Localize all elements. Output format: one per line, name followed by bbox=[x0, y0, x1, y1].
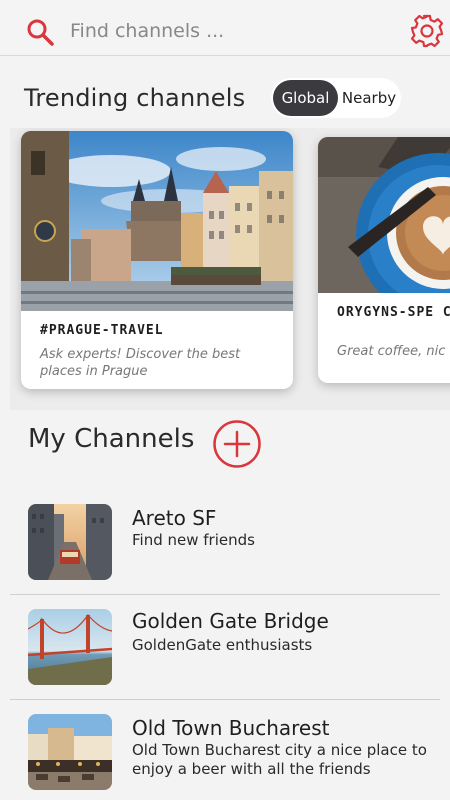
scope-toggle: Global Nearby bbox=[271, 78, 401, 118]
gear-icon[interactable] bbox=[408, 12, 446, 50]
card-image-coffee bbox=[318, 137, 450, 293]
channel-avatar bbox=[28, 714, 112, 790]
channel-description: Old Town Bucharest city a nice place to … bbox=[132, 741, 427, 778]
channel-name: Areto SF bbox=[132, 506, 217, 530]
trending-title: Trending channels bbox=[24, 84, 246, 112]
channel-name: Golden Gate Bridge bbox=[132, 609, 329, 633]
channel-name: Old Town Bucharest bbox=[132, 716, 330, 740]
channel-description: Find new friends bbox=[132, 531, 255, 549]
toggle-global[interactable]: Global bbox=[273, 80, 338, 116]
channel-item-areto-sf[interactable]: Areto SF Find new friends bbox=[0, 488, 450, 594]
channel-avatar bbox=[28, 609, 112, 685]
card-description: Ask experts! Discover the best places in… bbox=[40, 347, 241, 379]
top-bar bbox=[0, 0, 450, 56]
card-image-prague bbox=[21, 131, 293, 311]
channel-item-golden-gate-bridge[interactable]: Golden Gate Bridge GoldenGate enthusiast… bbox=[0, 595, 450, 701]
toggle-nearby[interactable]: Nearby bbox=[338, 80, 400, 116]
add-channel-button[interactable] bbox=[212, 419, 262, 469]
channel-avatar bbox=[28, 504, 112, 580]
channel-item-old-town-bucharest[interactable]: Old Town Bucharest Old Town Bucharest ci… bbox=[0, 700, 450, 800]
search-input[interactable] bbox=[70, 14, 390, 48]
trending-card[interactable]: ORYGYNS-SPE COFFEE Great coffee, nic mor… bbox=[318, 137, 450, 383]
card-title: ORYGYNS-SPE COFFEE bbox=[337, 305, 450, 320]
my-channels-title: My Channels bbox=[28, 424, 195, 454]
card-description: Great coffee, nic more bbox=[337, 344, 450, 359]
search-icon[interactable] bbox=[26, 18, 54, 46]
channel-description: GoldenGate enthusiasts bbox=[132, 636, 313, 654]
trending-carousel[interactable]: #PRAGUE-TRAVEL Ask experts! Discover the… bbox=[10, 128, 450, 410]
trending-card[interactable]: #PRAGUE-TRAVEL Ask experts! Discover the… bbox=[21, 131, 293, 389]
card-title: #PRAGUE-TRAVEL bbox=[40, 323, 164, 338]
